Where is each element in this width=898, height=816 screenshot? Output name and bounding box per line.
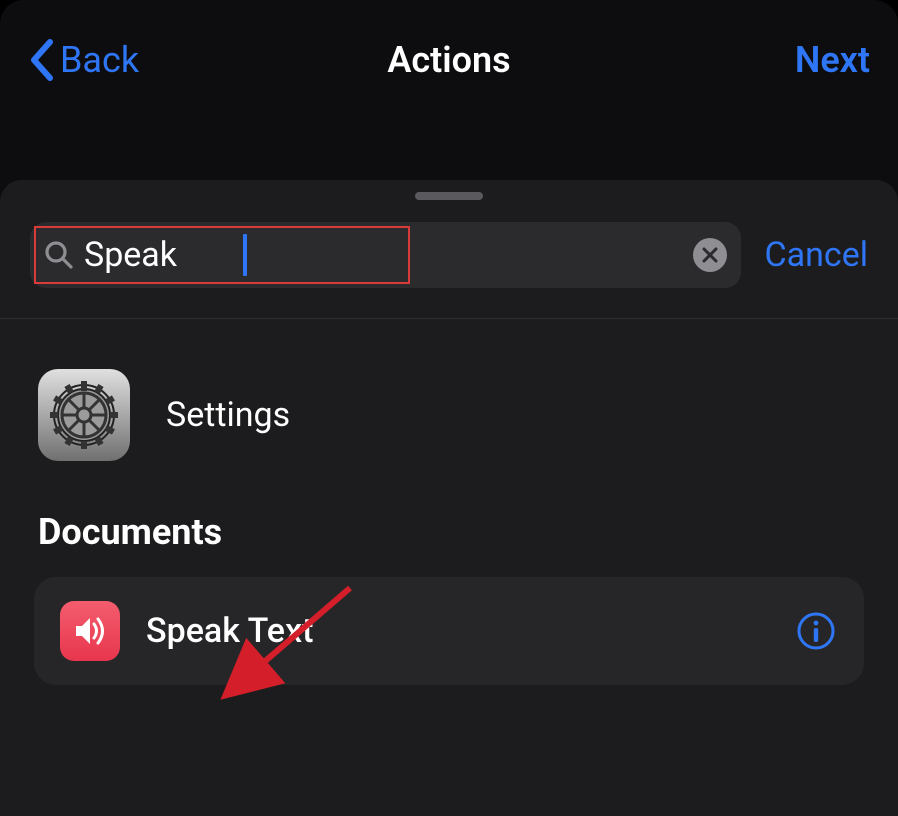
cancel-button[interactable]: Cancel: [765, 235, 869, 275]
sheet-grabber[interactable]: [415, 192, 483, 200]
info-button[interactable]: [794, 609, 838, 653]
back-label: Back: [60, 39, 139, 81]
app-window: Back Actions Next: [0, 0, 898, 816]
back-button[interactable]: Back: [28, 38, 139, 82]
text-cursor: [243, 234, 247, 276]
search-sheet: Cancel: [0, 180, 898, 816]
settings-label: Settings: [166, 395, 290, 435]
speaker-wave-icon: [60, 601, 120, 661]
action-speak-text[interactable]: Speak Text: [34, 577, 864, 685]
search-field-wrap: [30, 222, 741, 288]
close-icon: [702, 247, 718, 263]
nav-bar: Back Actions Next: [0, 0, 898, 120]
chevron-left-icon: [28, 38, 56, 82]
settings-app-row[interactable]: Settings: [10, 349, 888, 481]
section-header-documents: Documents: [10, 481, 888, 569]
settings-app-icon: [38, 369, 130, 461]
clear-search-button[interactable]: [693, 238, 727, 272]
results-content: Settings Documents Speak Text: [0, 319, 898, 685]
search-icon: [44, 240, 74, 270]
action-label: Speak Text: [146, 611, 768, 651]
search-row: Cancel: [0, 180, 898, 319]
page-title: Actions: [387, 39, 510, 81]
gear-icon: [46, 377, 122, 453]
next-button[interactable]: Next: [795, 39, 870, 81]
search-input[interactable]: [74, 235, 693, 275]
info-icon: [796, 611, 836, 651]
